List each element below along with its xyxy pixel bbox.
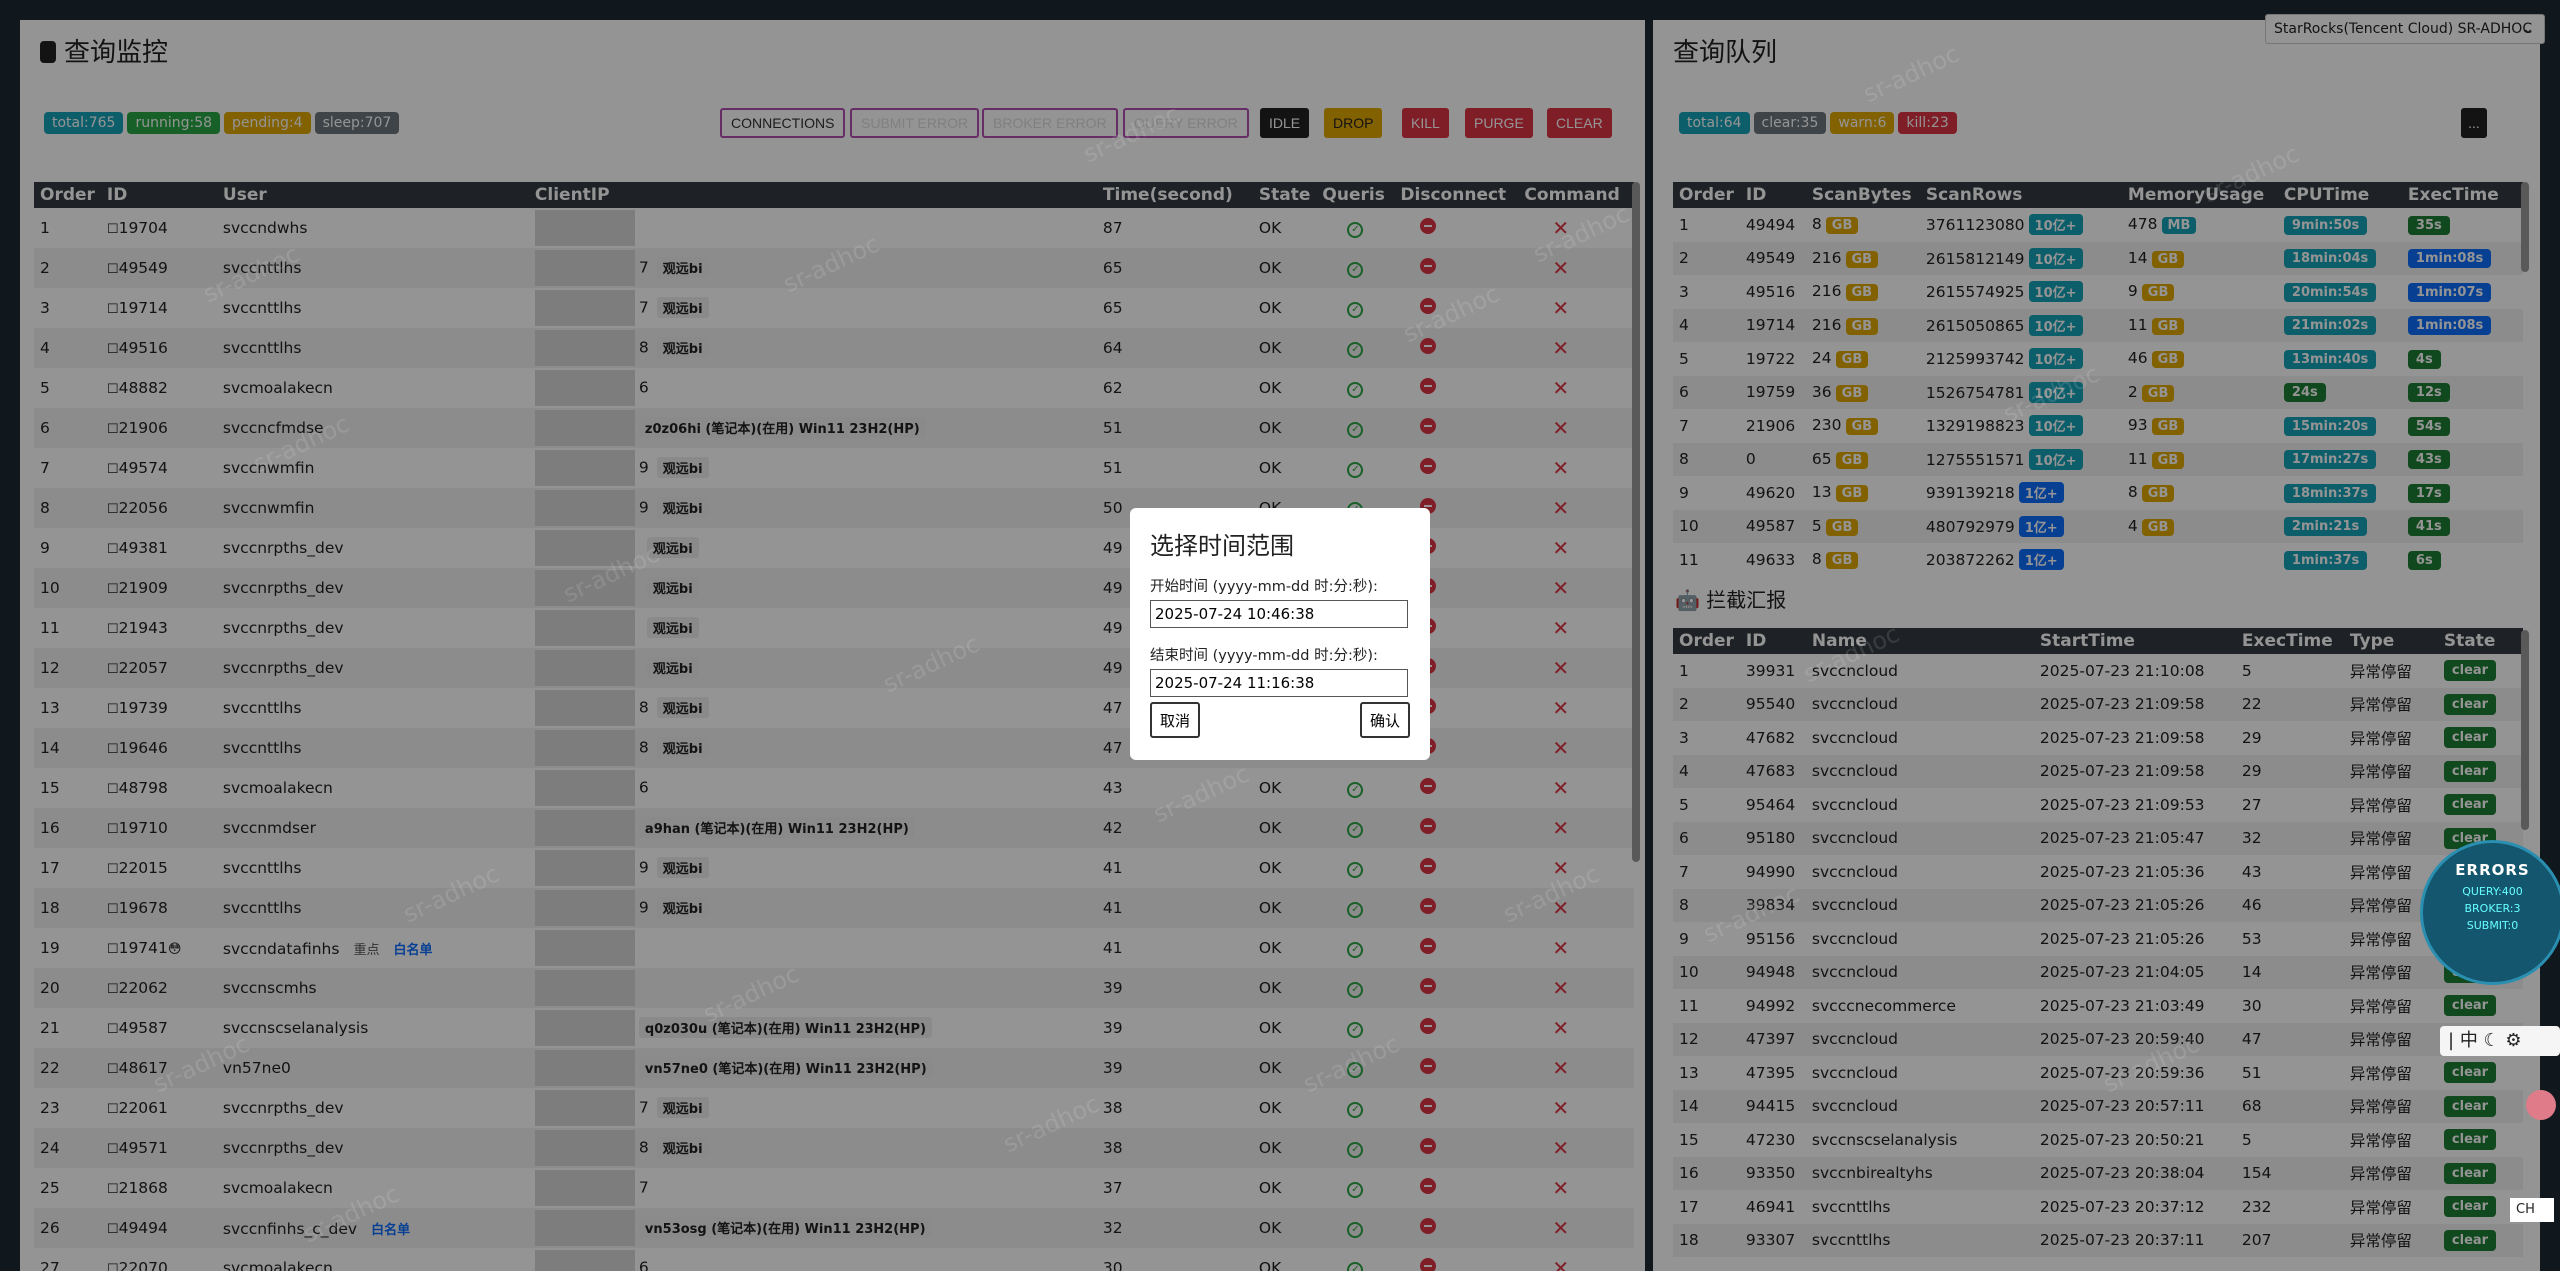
modal-title: 选择时间范围: [1150, 532, 1294, 560]
gear-icon[interactable]: ⚙: [2505, 1030, 2521, 1051]
cancel-button[interactable]: 取消: [1150, 702, 1201, 738]
ime-lang-indicator[interactable]: CH: [2510, 1198, 2554, 1222]
confirm-button[interactable]: 确认: [1359, 702, 1410, 738]
ime-cursor-icon: |: [2448, 1030, 2455, 1051]
errors-widget[interactable]: ERRORS QUERY:400 BROKER:3 SUBMIT:0: [2420, 840, 2560, 985]
end-time-label: 结束时间 (yyyy-mm-dd 时:分:秒):: [1150, 648, 1378, 664]
ime-toolbar[interactable]: | 中 ☾ ⚙: [2440, 1026, 2560, 1056]
time-range-modal: 选择时间范围 开始时间 (yyyy-mm-dd 时:分:秒): 结束时间 (yy…: [1130, 508, 1430, 760]
start-time-label: 开始时间 (yyyy-mm-dd 时:分:秒):: [1150, 579, 1378, 595]
end-time-input[interactable]: [1150, 669, 1408, 697]
avatar[interactable]: [2526, 1090, 2556, 1120]
start-time-input[interactable]: [1150, 600, 1408, 628]
moon-icon[interactable]: ☾: [2484, 1030, 2500, 1051]
